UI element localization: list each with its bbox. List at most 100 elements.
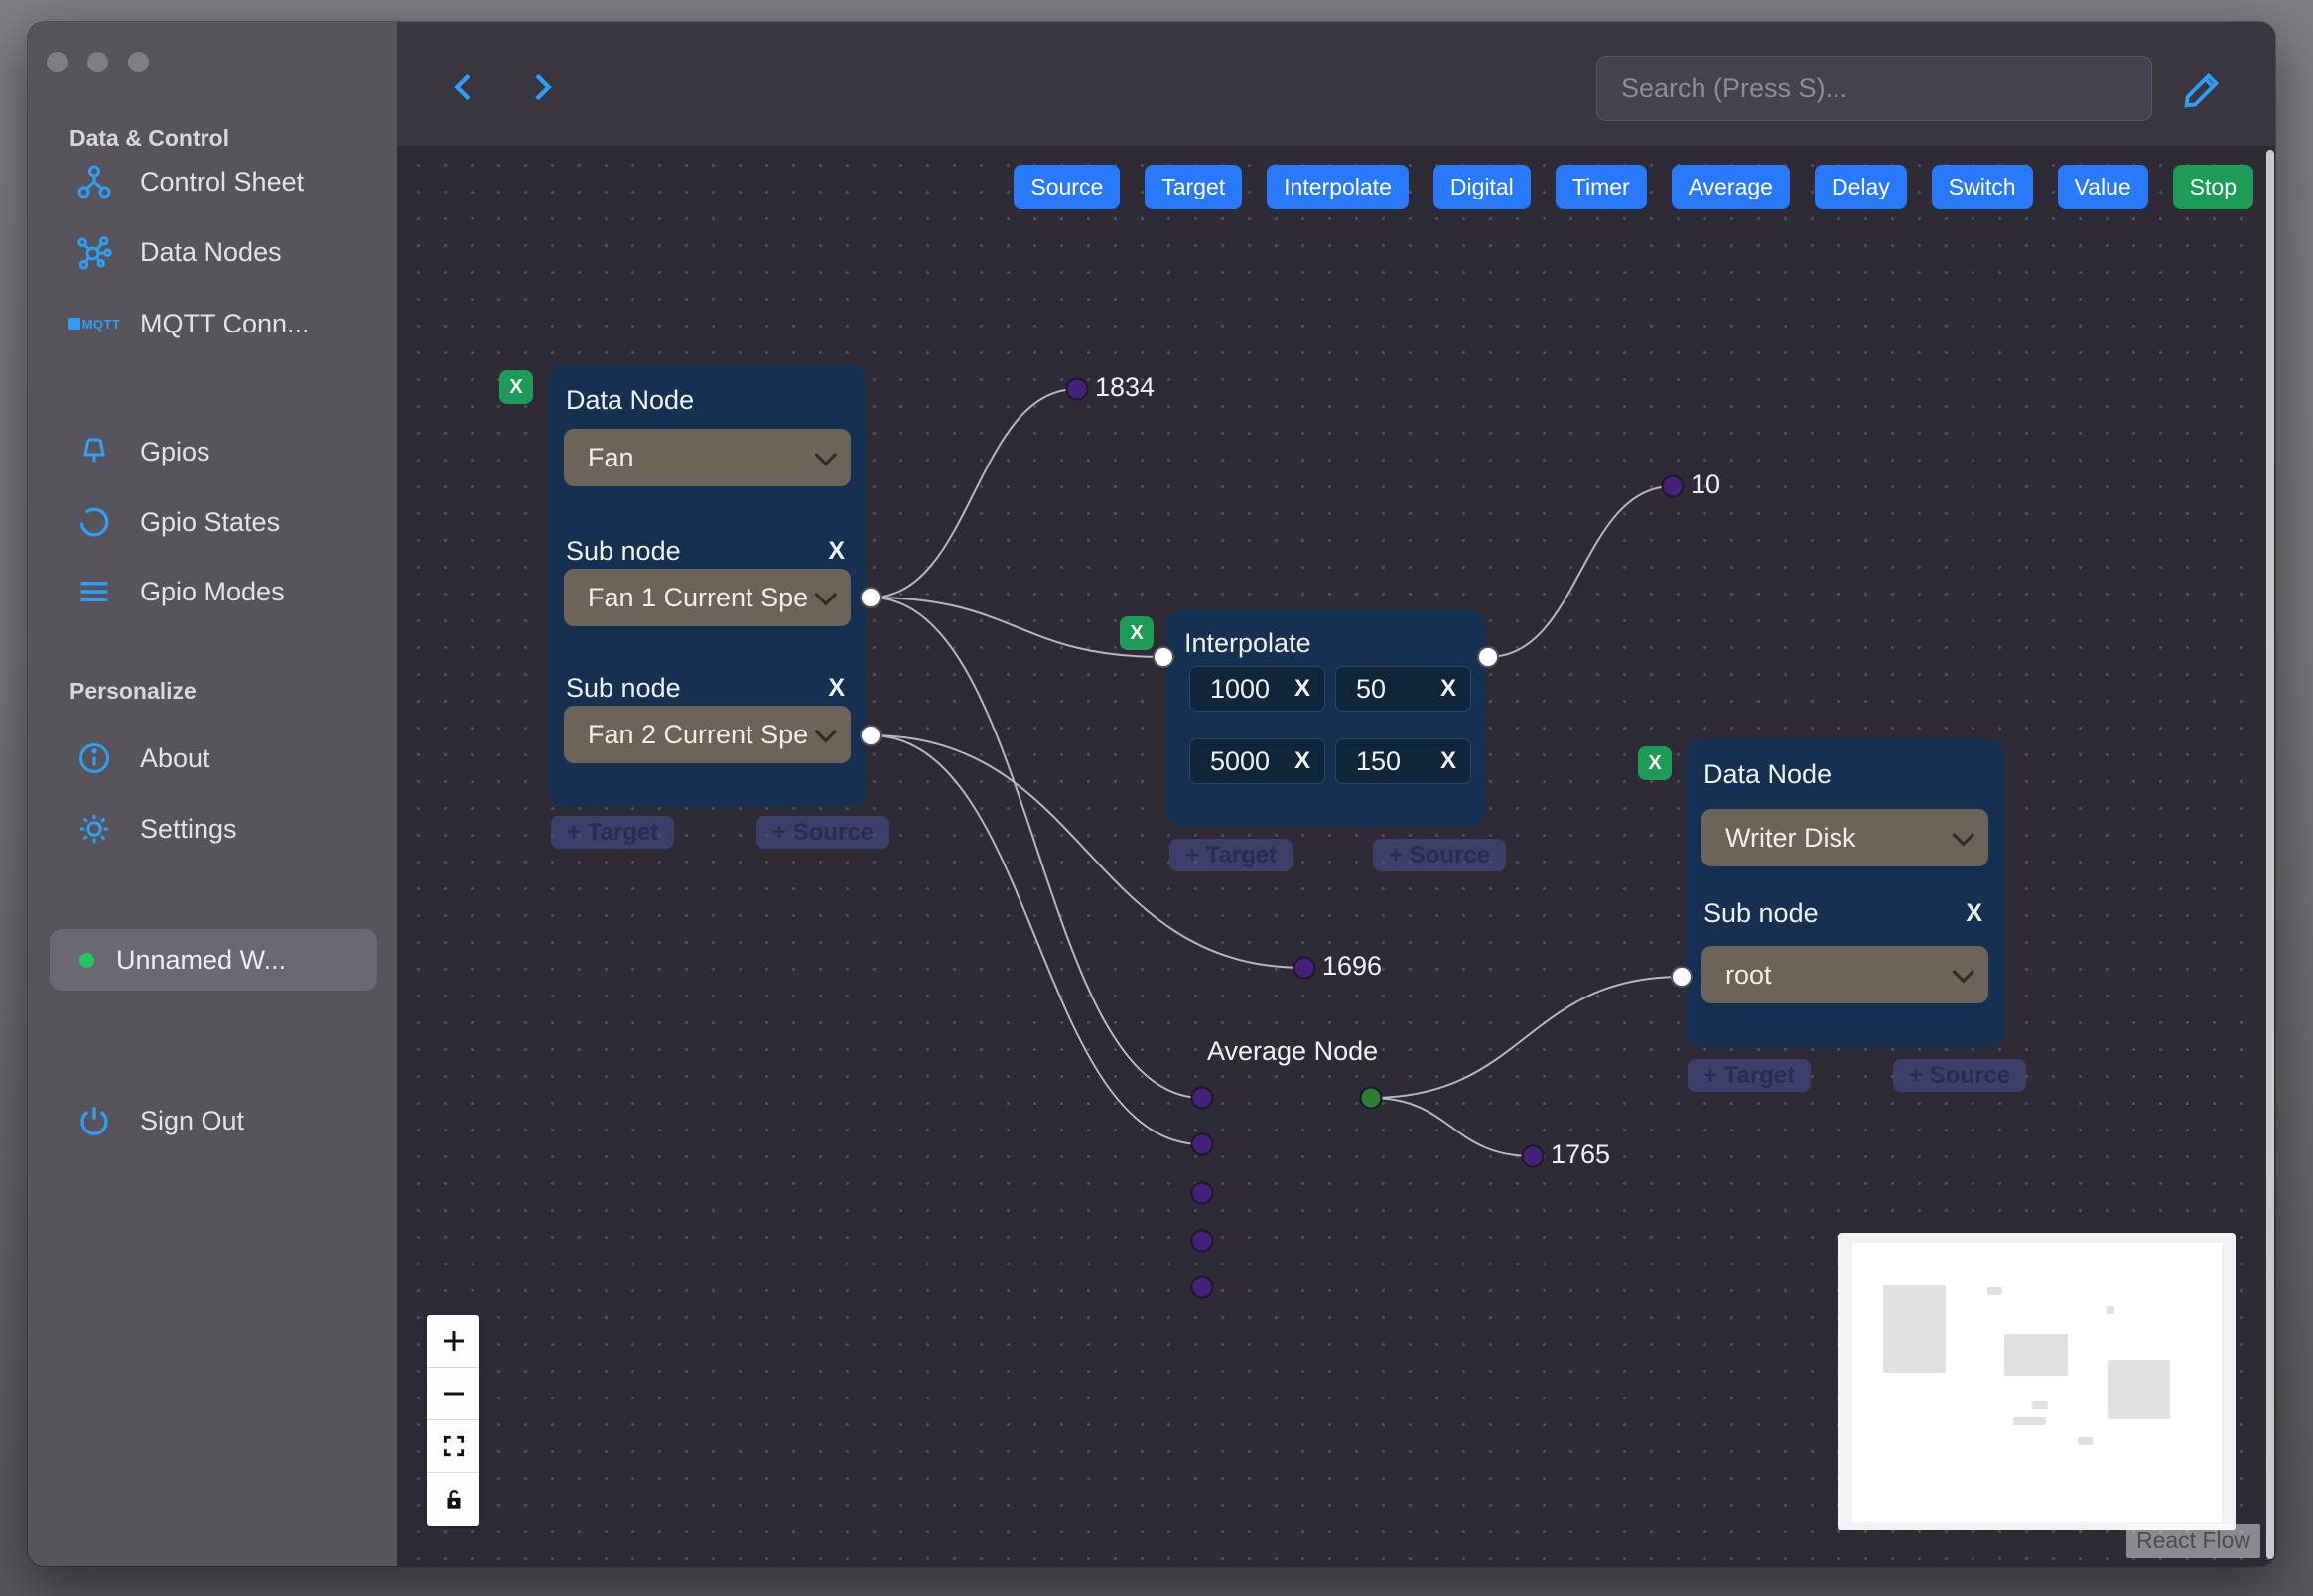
clear-input-button[interactable]: X <box>1294 675 1310 703</box>
writer-data-node[interactable]: Data Node Writer Disk Sub node X root <box>1686 739 2005 1047</box>
zoom-in-button[interactable] <box>427 1315 479 1368</box>
average-target-handle-4[interactable] <box>1190 1229 1214 1253</box>
close-window-icon[interactable] <box>47 52 68 72</box>
edge-average-to-writer[interactable] <box>1370 976 1683 1099</box>
edge-average-to-1765[interactable] <box>1370 1097 1534 1157</box>
interpolate-input-y2[interactable]: 150 X <box>1335 738 1471 784</box>
interpolate-source-handle[interactable] <box>1477 646 1499 668</box>
value-handle-1696[interactable] <box>1293 956 1316 980</box>
interpolate-add-target-button[interactable]: + Target <box>1169 839 1293 871</box>
palette-timer-button[interactable]: Timer <box>1555 165 1647 209</box>
fan-sub1-select[interactable]: Fan 1 Current Spe <box>564 569 851 626</box>
edge-value-10: 10 <box>1691 469 1721 499</box>
writer-node-delete-button[interactable]: X <box>1638 746 1672 780</box>
plus-icon <box>443 1331 464 1351</box>
sidebar-item-data-nodes[interactable]: Data Nodes <box>74 232 282 272</box>
value-handle-1834[interactable] <box>1065 377 1089 401</box>
fan-add-target-button[interactable]: + Target <box>551 816 675 849</box>
sidebar-item-workspace[interactable]: Unnamed W... <box>50 929 377 991</box>
fan-add-source-button[interactable]: + Source <box>756 816 890 849</box>
canvas-controls <box>427 1315 479 1526</box>
palette-target-button[interactable]: Target <box>1145 165 1243 209</box>
sub-node-row: Sub node X <box>566 673 849 704</box>
maximize-window-icon[interactable] <box>128 52 149 72</box>
fan-node-delete-button[interactable]: X <box>499 370 533 404</box>
input-value: 150 <box>1356 745 1402 776</box>
edge-fan2-to-average[interactable] <box>870 734 1203 1145</box>
lock-button[interactable] <box>427 1473 479 1526</box>
edge-fan1-to-1834[interactable] <box>870 388 1078 598</box>
palette-average-button[interactable]: Average <box>1671 165 1790 209</box>
window-traffic-lights[interactable] <box>47 52 149 72</box>
edge-fan1-to-average[interactable] <box>870 597 1203 1099</box>
minimize-window-icon[interactable] <box>87 52 108 72</box>
writer-sub-select[interactable]: root <box>1701 946 1988 1003</box>
value-handle-1765[interactable] <box>1521 1144 1545 1168</box>
fan-sub2-source-handle[interactable] <box>860 725 882 746</box>
clear-input-button[interactable]: X <box>1440 675 1456 703</box>
clear-input-button[interactable]: X <box>1440 747 1456 775</box>
average-source-handle[interactable] <box>1359 1086 1383 1110</box>
palette-interpolate-button[interactable]: Interpolate <box>1267 165 1409 209</box>
node-title: Data Node <box>566 385 695 415</box>
interpolate-target-handle[interactable] <box>1153 646 1174 668</box>
remove-sub-node-button[interactable]: X <box>1962 899 1986 928</box>
writer-add-source-button[interactable]: + Source <box>1893 1059 2027 1092</box>
average-target-handle-5[interactable] <box>1190 1275 1214 1299</box>
interpolate-input-x1[interactable]: 1000 X <box>1189 666 1325 712</box>
chevron-down-icon <box>814 583 838 606</box>
input-value: 1000 <box>1210 673 1271 704</box>
sidebar-item-gpios[interactable]: Gpios <box>74 432 210 471</box>
interpolate-add-source-button[interactable]: + Source <box>1373 839 1507 871</box>
node-palette: Source Target Interpolate Digital Timer … <box>1014 165 2253 209</box>
average-target-handle-3[interactable] <box>1190 1181 1214 1205</box>
writer-type-select[interactable]: Writer Disk <box>1701 809 1988 866</box>
sidebar-item-gpio-modes[interactable]: Gpio Modes <box>74 572 285 611</box>
fit-view-icon <box>443 1435 464 1457</box>
palette-switch-button[interactable]: Switch <box>1931 165 2033 209</box>
interpolate-node-delete-button[interactable]: X <box>1120 616 1154 650</box>
writer-add-target-button[interactable]: + Target <box>1688 1059 1812 1092</box>
writer-sub-target-handle[interactable] <box>1671 966 1693 988</box>
zoom-out-button[interactable] <box>427 1368 479 1420</box>
average-target-handle-1[interactable] <box>1190 1086 1214 1110</box>
sidebar-item-about[interactable]: About <box>74 738 210 778</box>
fan-sub1-source-handle[interactable] <box>860 587 882 608</box>
chevron-left-icon <box>454 73 471 101</box>
palette-stop-button[interactable]: Stop <box>2172 165 2253 209</box>
sidebar-item-control-sheet[interactable]: Control Sheet <box>74 162 304 201</box>
minimap[interactable] <box>1838 1233 2236 1530</box>
main-area: Source Target Interpolate Digital Timer … <box>397 22 2275 1566</box>
palette-value-button[interactable]: Value <box>2057 165 2148 209</box>
forward-button[interactable] <box>516 62 568 113</box>
fan-sub2-select[interactable]: Fan 2 Current Spe <box>564 706 851 763</box>
vertical-scrollbar[interactable] <box>2266 150 2274 1559</box>
palette-digital-button[interactable]: Digital <box>1432 165 1531 209</box>
react-flow-attribution[interactable]: React Flow <box>2125 1524 2260 1558</box>
palette-delay-button[interactable]: Delay <box>1814 165 1907 209</box>
chevron-down-icon <box>814 443 838 466</box>
average-target-handle-2[interactable] <box>1190 1132 1214 1156</box>
minimap-node-average <box>2013 1417 2046 1425</box>
back-button[interactable] <box>438 62 489 113</box>
search-input[interactable] <box>1621 72 2127 104</box>
edit-button[interactable] <box>2179 67 2225 113</box>
sidebar-item-settings[interactable]: Settings <box>74 809 237 849</box>
sidebar-item-sign-out[interactable]: Sign Out <box>74 1101 244 1140</box>
interpolate-input-x2[interactable]: 5000 X <box>1189 738 1325 784</box>
clear-input-button[interactable]: X <box>1294 747 1310 775</box>
fit-view-button[interactable] <box>427 1420 479 1473</box>
edge-interpolate-to-10[interactable] <box>1487 485 1674 658</box>
sidebar-item-gpio-states[interactable]: Gpio States <box>74 502 280 542</box>
interpolate-node[interactable]: Interpolate 1000 X 50 X 5000 X 150 X <box>1166 610 1486 827</box>
remove-sub-node-button[interactable]: X <box>824 537 849 566</box>
value-handle-10[interactable] <box>1661 474 1685 498</box>
sidebar-item-mqtt[interactable]: MQTT MQTT Conn... <box>68 304 310 343</box>
remove-sub-node-button[interactable]: X <box>824 674 849 703</box>
interpolate-input-y1[interactable]: 50 X <box>1335 666 1471 712</box>
chevron-right-icon <box>535 73 552 101</box>
fan-type-select[interactable]: Fan <box>564 429 851 486</box>
flow-canvas[interactable]: Source Target Interpolate Digital Timer … <box>397 146 2275 1566</box>
palette-source-button[interactable]: Source <box>1014 165 1121 209</box>
fan-data-node[interactable]: Data Node Fan Sub node X Fan 1 Current S… <box>548 365 867 807</box>
